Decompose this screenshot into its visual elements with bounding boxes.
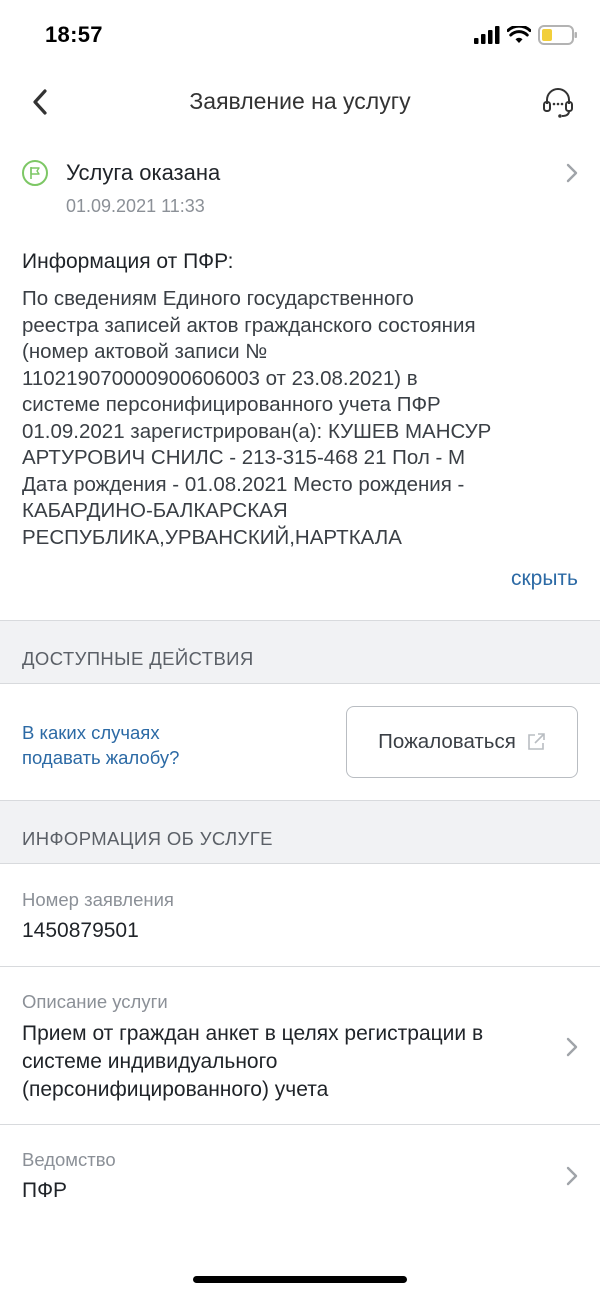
field-label: Номер заявления bbox=[22, 889, 174, 910]
wifi-icon bbox=[507, 26, 531, 43]
service-info-section-header: ИНФОРМАЦИЯ ОБ УСЛУГЕ bbox=[0, 800, 600, 864]
service-description-line: (персонифицированного) учета bbox=[22, 1078, 329, 1101]
pfr-info-line: реестра записей актов гражданского состо… bbox=[22, 313, 476, 337]
application-status-row[interactable]: Услуга оказана 01.09.2021 11:33 bbox=[0, 150, 600, 225]
pfr-info-line: Дата рождения - 01.08.2021 Место рождени… bbox=[22, 472, 465, 496]
pfr-info-line: По сведениям Единого государственного bbox=[22, 287, 414, 310]
complaint-button[interactable]: Пожаловаться bbox=[346, 706, 578, 778]
pfr-info-line: системе персонифицированного учета ПФР bbox=[22, 393, 441, 416]
service-description-field[interactable]: Описание услуги Прием от граждан анкет в… bbox=[0, 967, 600, 1124]
home-indicator[interactable] bbox=[193, 1276, 407, 1283]
field-label: Ведомство bbox=[22, 1149, 116, 1170]
application-number-field: Номер заявления 1450879501 bbox=[0, 866, 600, 966]
chevron-right-icon bbox=[566, 1166, 578, 1186]
service-description-line: Прием от граждан анкет в целях регистрац… bbox=[22, 1022, 484, 1045]
flag-icon bbox=[22, 160, 48, 186]
application-number-value: 1450879501 bbox=[22, 919, 139, 942]
pfr-info-text: По сведениям Единого государственного ре… bbox=[22, 286, 580, 551]
service-description-line: системе индивидуального bbox=[22, 1050, 278, 1073]
actions-section-title: ДОСТУПНЫЕ ДЕЙСТВИЯ bbox=[22, 648, 254, 669]
pfr-info-line: АРТУРОВИЧ СНИЛС - 213-315-468 21 Пол - М bbox=[22, 446, 466, 469]
chevron-right-icon bbox=[566, 163, 578, 183]
external-link-icon bbox=[528, 733, 545, 750]
service-description-value: Прием от граждан анкет в целях регистрац… bbox=[22, 1020, 542, 1104]
agency-value: ПФР bbox=[22, 1179, 68, 1202]
complaint-help-link[interactable]: В каких случаях подавать жалобу? bbox=[22, 720, 272, 770]
pfr-info-line: РЕСПУБЛИКА,УРВАНСКИЙ,НАРТКАЛА bbox=[22, 525, 402, 549]
status-time: 18:57 bbox=[45, 22, 103, 47]
battery-icon bbox=[538, 25, 577, 45]
support-button[interactable] bbox=[538, 82, 578, 122]
hide-link[interactable]: скрыть bbox=[511, 567, 578, 591]
field-label: Описание услуги bbox=[22, 991, 168, 1012]
chevron-right-icon bbox=[566, 1037, 578, 1057]
pfr-info-line: 110219070000900606003 от 23.08.2021) в bbox=[22, 366, 418, 390]
page-title: Заявление на услугу bbox=[189, 88, 411, 114]
nav-bar: Заявление на услугу bbox=[0, 70, 600, 134]
pfr-info-line: 01.09.2021 зарегистрирован(а): КУШЕВ МАН… bbox=[22, 419, 492, 443]
pfr-info-line: КАБАРДИНО-БАЛКАРСКАЯ bbox=[22, 499, 288, 522]
status-icons bbox=[474, 25, 578, 45]
status-date: 01.09.2021 11:33 bbox=[66, 196, 205, 216]
agency-field[interactable]: Ведомство ПФР bbox=[0, 1125, 600, 1225]
service-info-section-title: ИНФОРМАЦИЯ ОБ УСЛУГЕ bbox=[22, 828, 273, 849]
headset-icon bbox=[543, 88, 573, 118]
signal-icon bbox=[474, 26, 500, 44]
pfr-info-heading: Информация от ПФР: bbox=[22, 250, 234, 273]
complaint-help-line: В каких случаях bbox=[22, 722, 160, 743]
status-title: Услуга оказана bbox=[66, 160, 221, 185]
complaint-help-line: подавать жалобу? bbox=[22, 747, 180, 768]
complaint-button-label: Пожаловаться bbox=[378, 730, 516, 753]
actions-section-header: ДОСТУПНЫЕ ДЕЙСТВИЯ bbox=[0, 620, 600, 684]
pfr-info-line: (номер актовой записи № bbox=[22, 340, 268, 363]
status-bar: 18:57 bbox=[0, 0, 600, 70]
